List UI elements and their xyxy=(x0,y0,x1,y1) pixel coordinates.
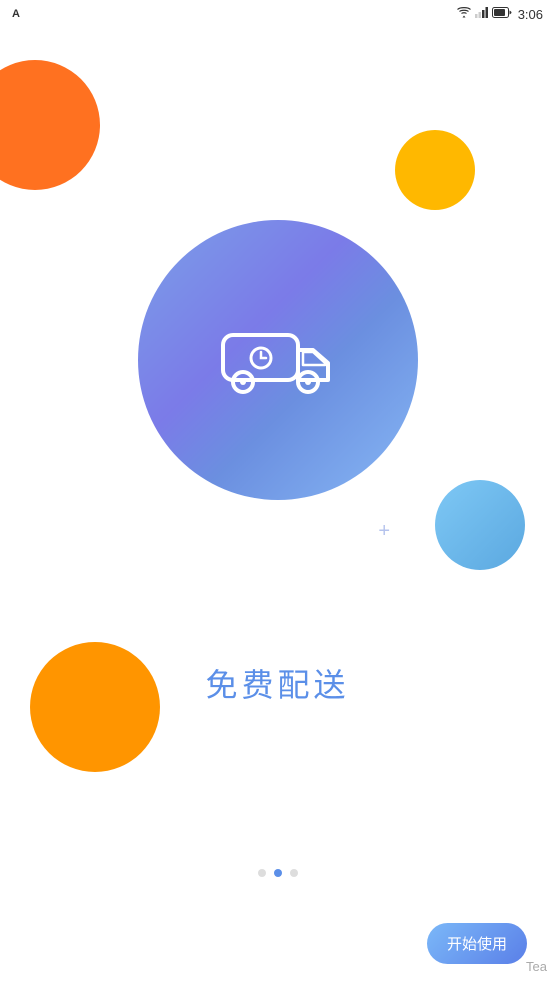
pagination-dots xyxy=(258,869,298,877)
tea-watermark: Tea xyxy=(463,940,555,992)
dot-3[interactable] xyxy=(290,869,298,877)
blob-blue-right xyxy=(435,480,525,570)
dot-2[interactable] xyxy=(274,869,282,877)
wifi-icon xyxy=(457,7,471,21)
time-display: 3:06 xyxy=(518,7,543,22)
status-bar: A 3:06 xyxy=(0,0,555,28)
main-headline: 免费配送 xyxy=(205,660,349,706)
blob-yellow-top xyxy=(395,130,475,210)
app-icon-label: A xyxy=(12,8,20,20)
blob-orange-top xyxy=(0,60,100,190)
dot-1[interactable] xyxy=(258,869,266,877)
signal-icon xyxy=(475,7,488,21)
plus-decoration: + xyxy=(378,520,390,543)
status-icons: 3:06 xyxy=(457,7,543,22)
truck-icon xyxy=(213,315,343,405)
blob-orange-bottom xyxy=(30,642,160,772)
main-illustration-circle xyxy=(138,220,418,500)
battery-icon xyxy=(492,7,512,21)
